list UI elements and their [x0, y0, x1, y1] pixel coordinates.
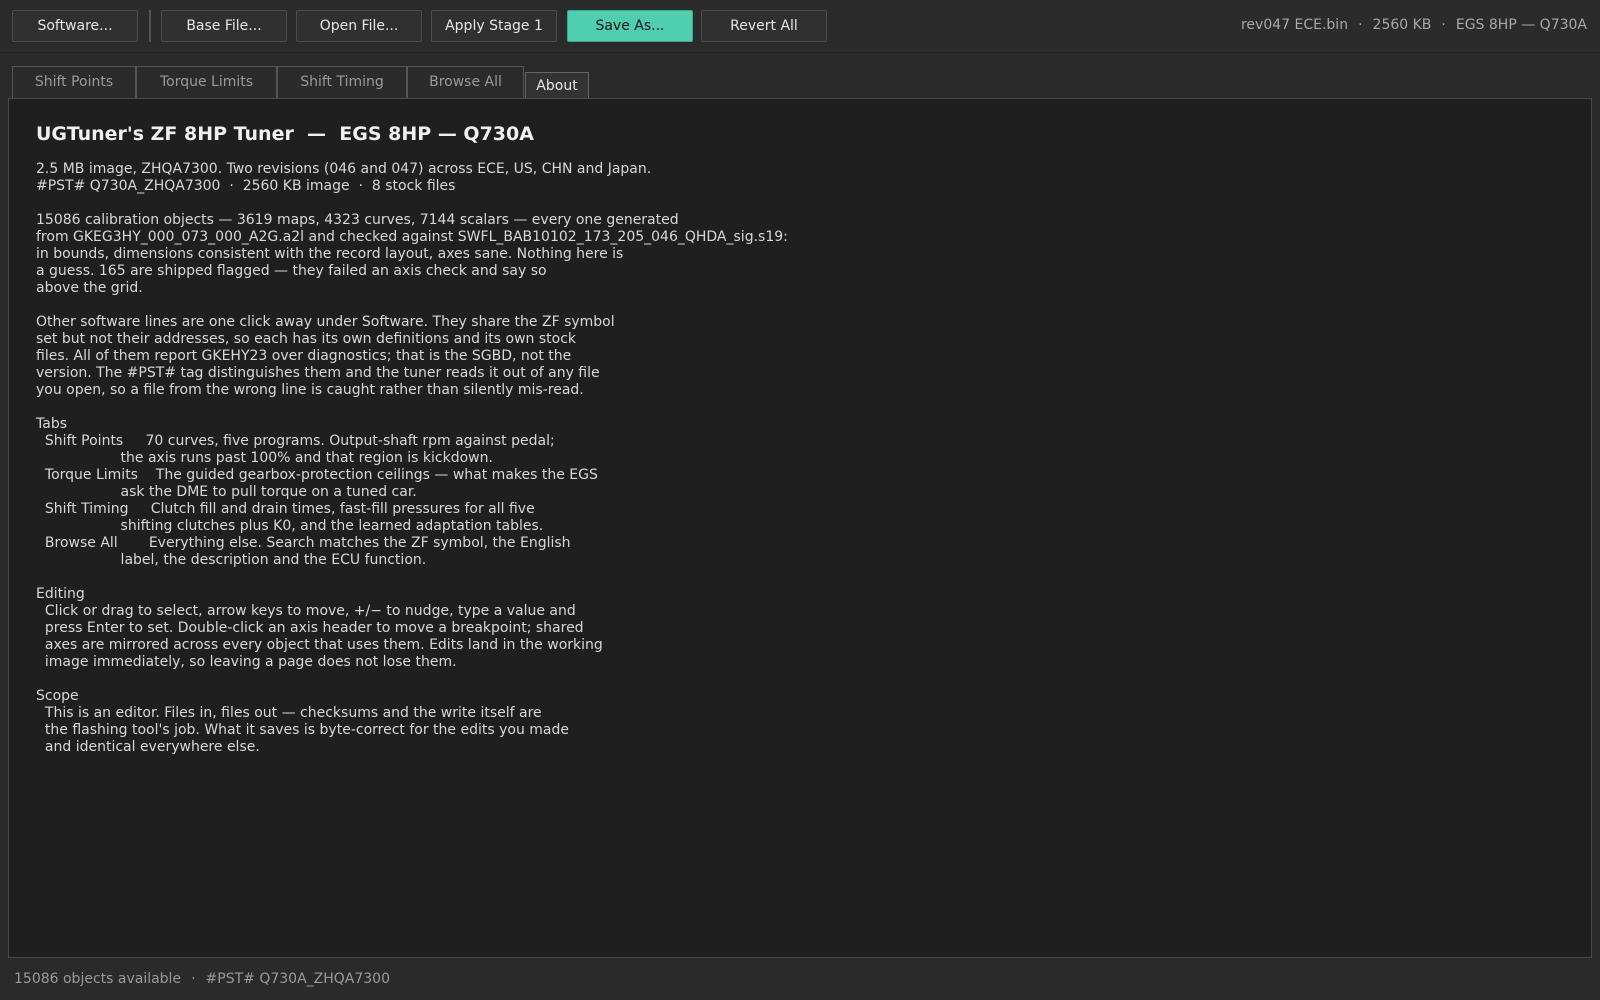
about-body: 2.5 MB image, ZHQA7300. Two revisions (0…: [36, 161, 788, 755]
file-size: 2560 KB: [1372, 17, 1432, 33]
base-file-button[interactable]: Base File...: [161, 10, 287, 42]
pst-tag: #PST# Q730A_ZHQA7300: [205, 971, 390, 987]
status-bar: 15086 objects available · #PST# Q730A_ZHQA…: [0, 958, 1600, 1000]
ecu-label: EGS 8HP — Q730A: [1455, 17, 1587, 33]
status-separator: ·: [191, 971, 196, 987]
tab-shift-points[interactable]: Shift Points: [12, 66, 136, 98]
file-name: rev047 ECE.bin: [1240, 17, 1349, 33]
software-button[interactable]: Software...: [12, 10, 138, 42]
open-file-button[interactable]: Open File...: [296, 10, 422, 42]
tab-torque-limits[interactable]: Torque Limits: [136, 66, 277, 98]
toolbar: Software... Base File... Open File... Ap…: [0, 0, 1600, 53]
file-info: rev047 ECE.bin · 2560 KB · EGS 8HP — Q730A: [1241, 17, 1587, 33]
revert-all-button[interactable]: Revert All: [701, 10, 827, 42]
file-info-separator: ·: [1358, 17, 1363, 33]
about-title: UGTuner's ZF 8HP Tuner — EGS 8HP — Q730A: [36, 123, 534, 145]
file-info-separator: ·: [1441, 17, 1446, 33]
tab-browse-all[interactable]: Browse All: [407, 66, 524, 98]
apply-stage-1-button[interactable]: Apply Stage 1: [431, 10, 557, 42]
tab-about[interactable]: About: [525, 72, 589, 100]
status-text: 15086 objects available · #PST# Q730A_ZHQA…: [14, 971, 390, 987]
save-as-button[interactable]: Save As...: [567, 10, 693, 42]
toolbar-separator: [149, 10, 151, 42]
tab-shift-timing[interactable]: Shift Timing: [277, 66, 407, 98]
about-panel: UGTuner's ZF 8HP Tuner — EGS 8HP — Q730A…: [8, 98, 1592, 958]
objects-count: 15086 objects available: [14, 971, 182, 987]
